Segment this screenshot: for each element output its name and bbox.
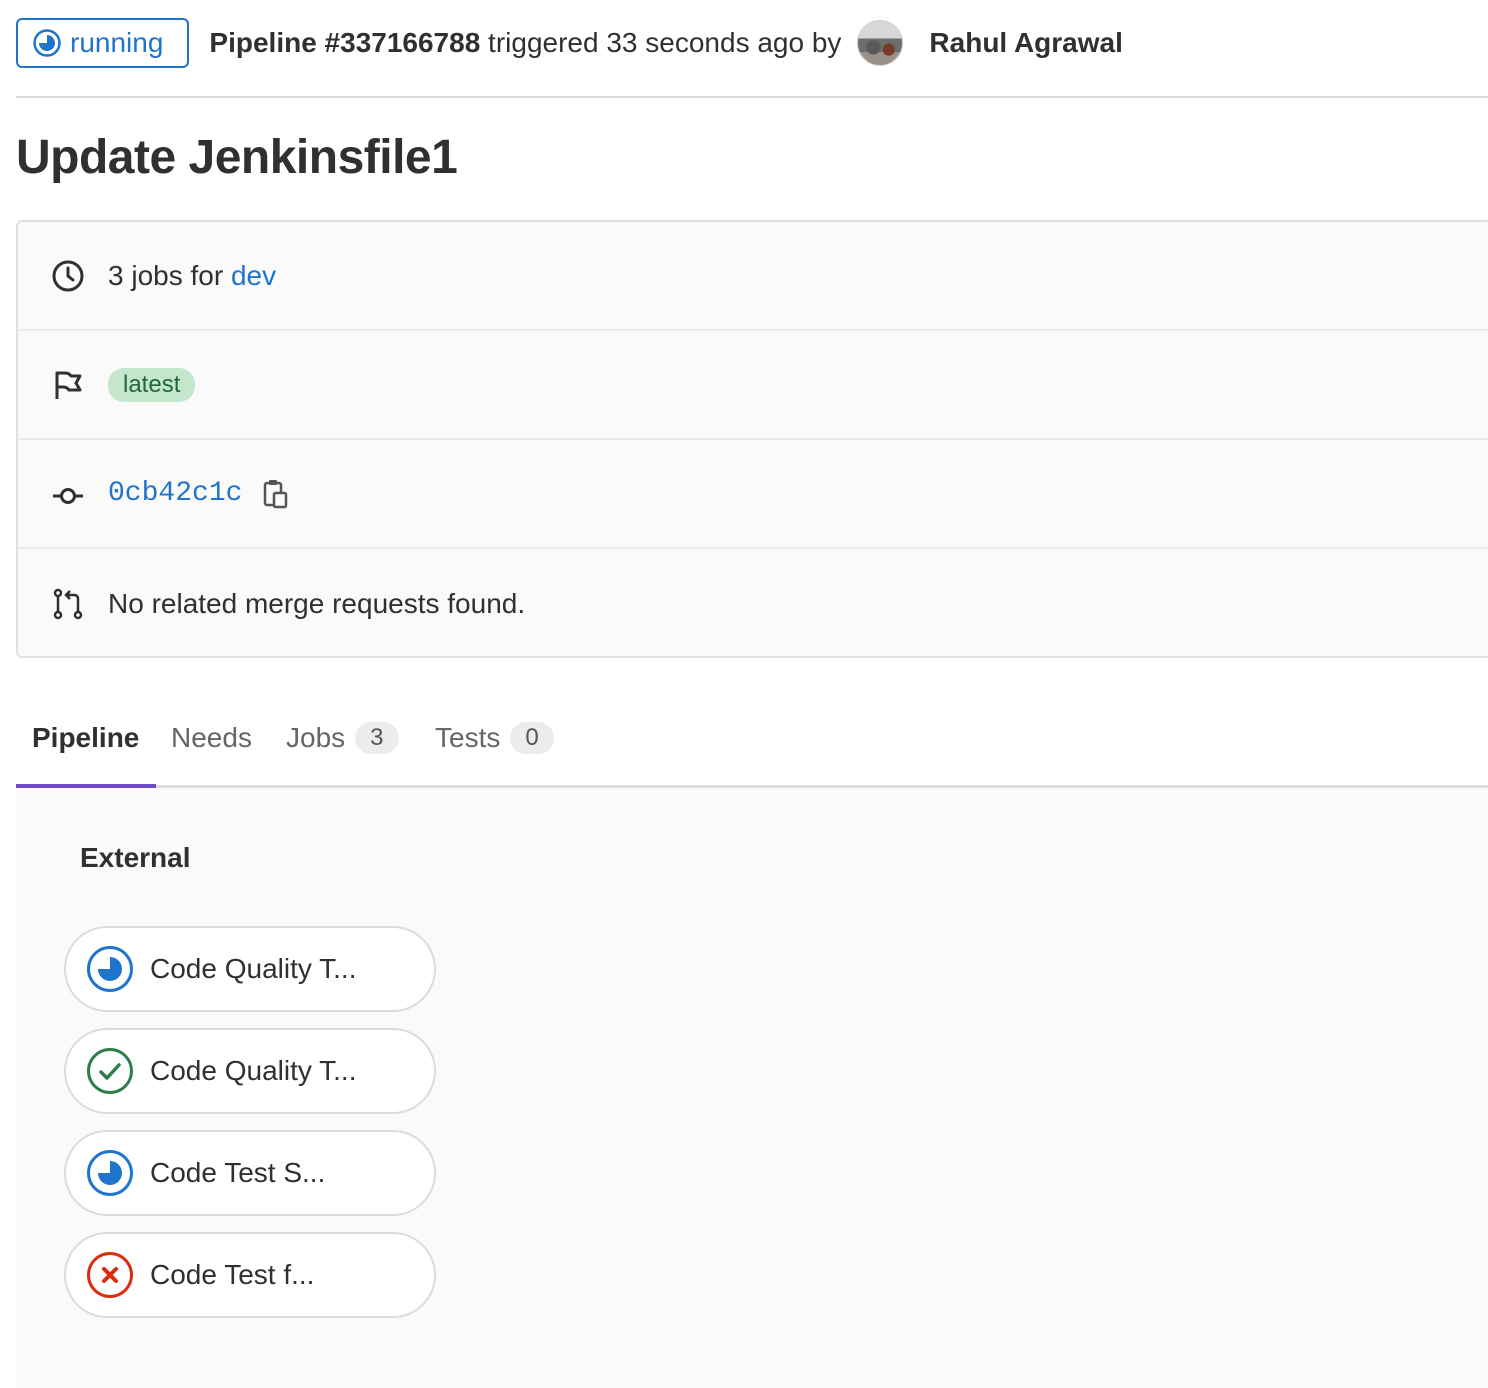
author-name[interactable]: Rahul Agrawal xyxy=(929,27,1122,59)
tab-tests-label: Tests xyxy=(435,722,501,753)
tab-jobs[interactable]: Jobs 3 xyxy=(286,690,399,786)
flag-icon xyxy=(50,367,86,403)
status-badge[interactable]: running xyxy=(16,18,190,68)
page-title: Update Jenkinsfile1 xyxy=(16,131,458,184)
stage-title: External xyxy=(80,842,191,873)
running-status-icon xyxy=(87,1150,133,1196)
jobs-count-badge: 3 xyxy=(355,722,399,754)
job-item[interactable]: Code Test S... xyxy=(64,1130,436,1216)
job-name: Code Quality T... xyxy=(150,1055,357,1086)
header-divider xyxy=(16,96,1488,98)
pipeline-info-card: 3 jobs for dev latest 0cb42c1c No relate… xyxy=(16,220,1488,658)
merge-request-row: No related merge requests found. xyxy=(18,549,1488,658)
pipeline-id: Pipeline #337166788 xyxy=(209,27,481,58)
tab-tests[interactable]: Tests 0 xyxy=(435,690,554,786)
running-status-icon xyxy=(33,29,61,57)
tab-pipeline[interactable]: Pipeline xyxy=(32,690,139,786)
tab-jobs-label: Jobs xyxy=(286,722,346,753)
tab-needs-label: Needs xyxy=(171,722,252,753)
running-status-icon xyxy=(87,946,133,992)
pipeline-graph: External Code Quality T... Code Quality … xyxy=(16,788,1488,1388)
branch-link[interactable]: dev xyxy=(231,260,276,292)
tag-row: latest xyxy=(18,331,1488,440)
success-status-icon xyxy=(87,1048,133,1094)
commit-row: 0cb42c1c xyxy=(18,440,1488,549)
tests-count-badge: 0 xyxy=(510,722,554,754)
tab-needs[interactable]: Needs xyxy=(171,690,252,786)
commit-sha-link[interactable]: 0cb42c1c xyxy=(108,478,242,509)
tab-pipeline-label: Pipeline xyxy=(32,722,140,753)
merge-request-text: No related merge requests found. xyxy=(108,587,526,619)
pipeline-header: running Pipeline #337166788 triggered 33… xyxy=(16,18,1488,68)
jobs-row: 3 jobs for dev xyxy=(18,222,1488,331)
commit-icon xyxy=(50,476,86,512)
pipeline-tabs: Pipeline Needs Jobs 3 Tests 0 xyxy=(16,690,1488,788)
avatar[interactable] xyxy=(857,20,904,66)
jobs-count-text: 3 jobs for xyxy=(108,259,231,291)
clock-icon xyxy=(50,258,86,294)
job-name: Code Test S... xyxy=(150,1157,326,1188)
failed-status-icon xyxy=(87,1252,133,1298)
job-name: Code Quality T... xyxy=(150,953,357,984)
job-item[interactable]: Code Quality T... xyxy=(64,1028,436,1114)
triggered-text: triggered 33 seconds ago by xyxy=(480,27,842,58)
latest-tag: latest xyxy=(108,367,196,402)
job-item[interactable]: Code Test f... xyxy=(64,1232,436,1318)
copy-icon[interactable] xyxy=(262,477,290,511)
status-label: running xyxy=(70,27,164,58)
pipeline-summary: Pipeline #337166788 triggered 33 seconds… xyxy=(209,27,841,59)
merge-request-icon xyxy=(50,586,86,622)
job-name: Code Test f... xyxy=(150,1259,315,1290)
job-item[interactable]: Code Quality T... xyxy=(64,926,436,1012)
